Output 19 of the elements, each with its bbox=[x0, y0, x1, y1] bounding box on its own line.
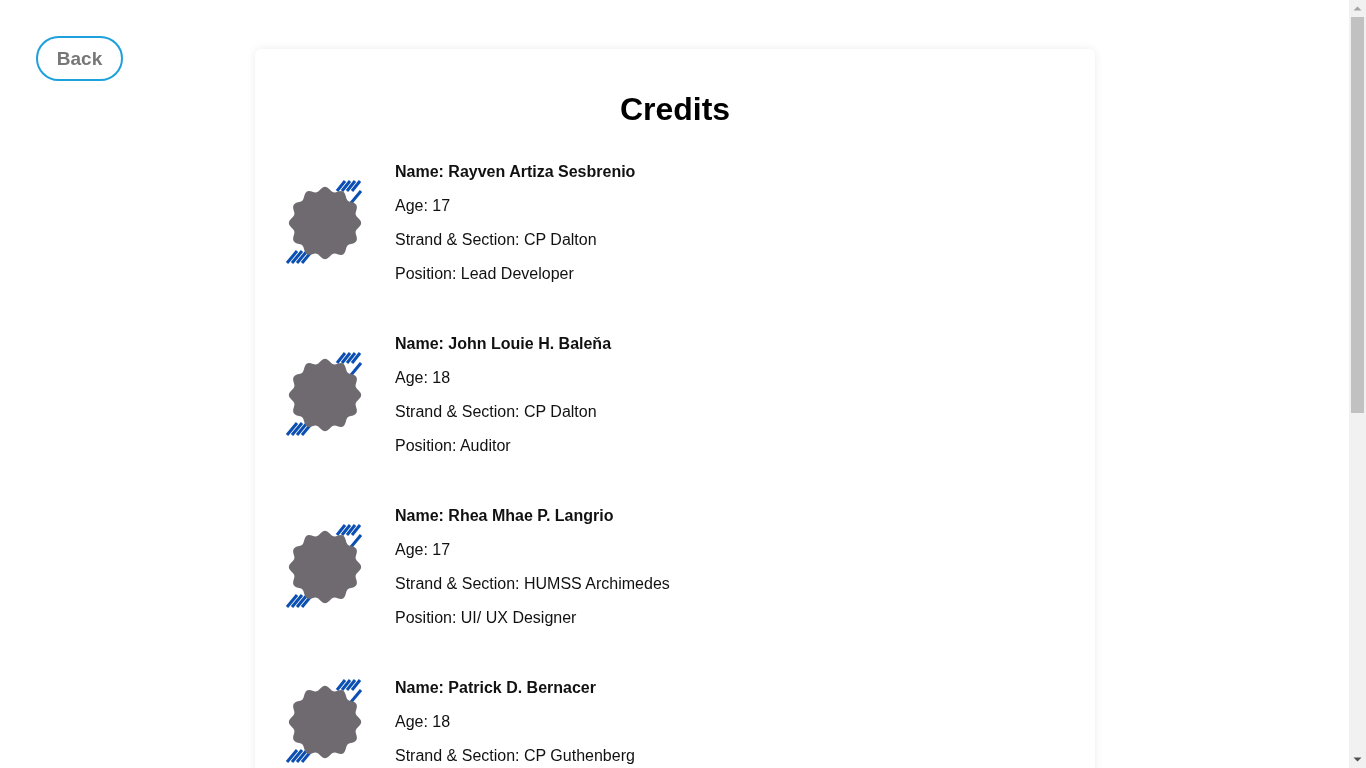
member-name: Name: Patrick D. Bernacer bbox=[395, 678, 597, 698]
member-detail: Position: Auditor bbox=[395, 436, 512, 456]
member-detail: Position: UI/ UX Designer bbox=[395, 608, 578, 628]
back-button[interactable]: Back bbox=[36, 36, 123, 81]
member-detail: Strand & Section: HUMSS Archimedes bbox=[395, 574, 670, 594]
member-name: Name: Rayven Artiza Sesbrenio bbox=[395, 162, 636, 182]
member-detail: Age: 17 bbox=[395, 196, 452, 216]
member-detail: Strand & Section: CP Guthenberg bbox=[395, 746, 635, 766]
member-detail: Age: 18 bbox=[395, 712, 452, 732]
member-detail: Age: 18 bbox=[395, 368, 452, 388]
member-detail: Age: 17 bbox=[395, 540, 452, 560]
member-detail: Position: Lead Developer bbox=[395, 264, 575, 284]
page-title: Credits bbox=[618, 90, 732, 129]
scrollbar-thumb[interactable] bbox=[1351, 17, 1364, 413]
scrollbar[interactable] bbox=[1349, 0, 1366, 768]
member-name: Name: John Louie H. Baleňa bbox=[395, 334, 612, 354]
member-detail: Strand & Section: CP Dalton bbox=[395, 402, 598, 422]
member-detail: Strand & Section: CP Dalton bbox=[395, 230, 598, 250]
member-name: Name: Rhea Mhae P. Langrio bbox=[395, 506, 615, 526]
